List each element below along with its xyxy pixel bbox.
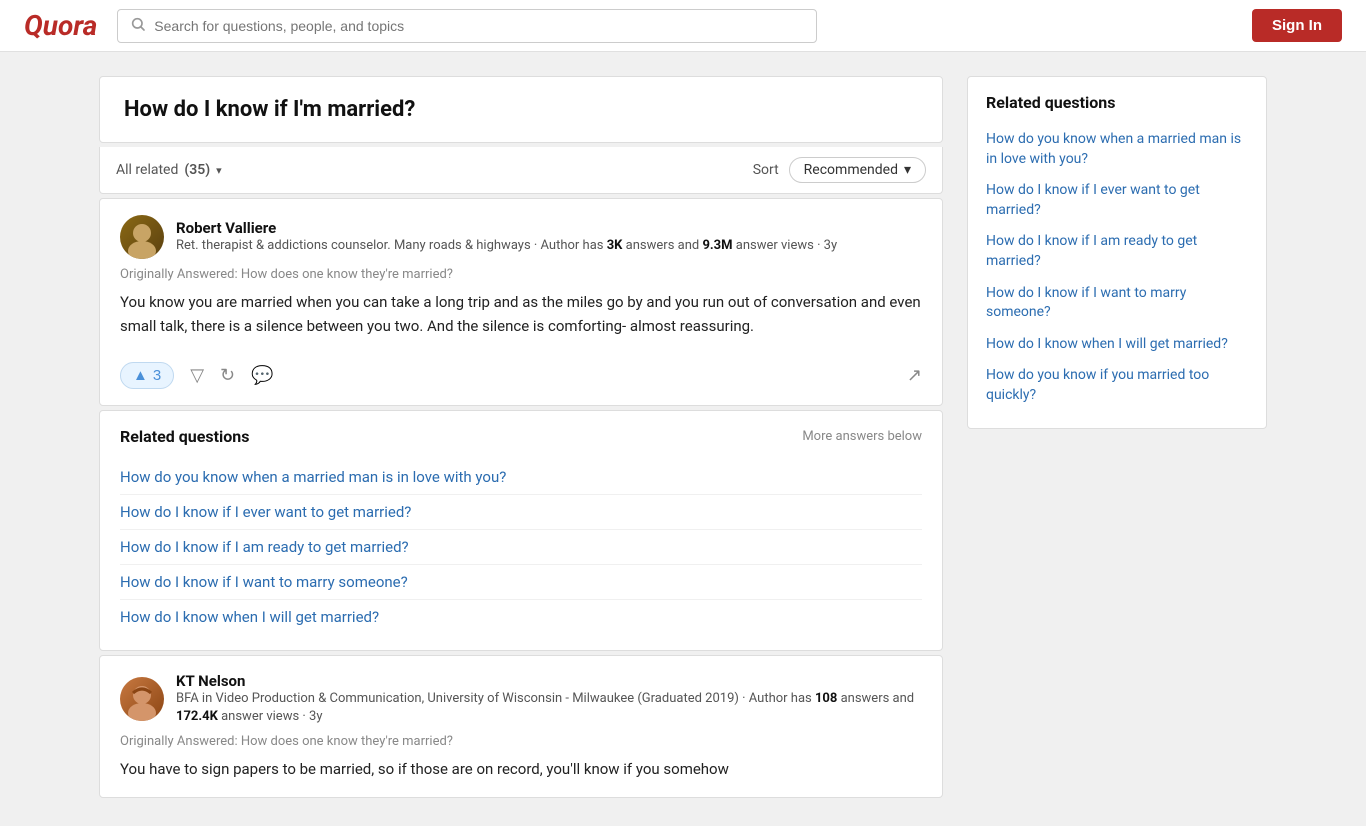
related-link-5[interactable]: How do I know when I will get married? [120,600,922,634]
related-link-2[interactable]: How do I know if I ever want to get marr… [120,495,922,530]
author-row-kt: KT Nelson BFA in Video Production & Comm… [120,672,922,726]
answer-card-robert: Robert Valliere Ret. therapist & addicti… [99,198,943,406]
page-container: How do I know if I'm married? All relate… [83,52,1283,826]
upvote-button-robert[interactable]: ▲ 3 [120,362,174,389]
sort-value: Recommended [804,162,898,178]
author-info-robert: Robert Valliere Ret. therapist & addicti… [176,219,922,255]
related-link-4[interactable]: How do I know if I want to marry someone… [120,565,922,600]
quora-logo: Quora [24,9,97,42]
sort-chevron-icon: ▾ [904,162,911,178]
avatar-kt [120,677,164,721]
related-questions-main: Related questions More answers below How… [99,410,943,651]
question-box: How do I know if I'm married? [99,76,943,143]
author-name-robert[interactable]: Robert Valliere [176,219,922,237]
sidebar-link-2[interactable]: How do I know if I ever want to get marr… [986,175,1248,226]
related-main-header: Related questions More answers below [120,427,922,446]
reshare-button-robert[interactable]: ↻ [220,365,235,386]
answer-count: (35) [184,162,210,178]
all-related-dropdown[interactable]: All related (35) ▾ [116,162,222,178]
share-button-robert[interactable]: ↗ [907,365,922,386]
reshare-icon: ↻ [220,365,235,386]
originally-answered-robert: Originally Answered: How does one know t… [120,267,922,282]
downvote-button-robert[interactable]: ▽ [190,365,204,386]
header: Quora Sign In [0,0,1366,52]
main-content: How do I know if I'm married? All relate… [99,76,943,802]
author-name-kt[interactable]: KT Nelson [176,672,922,690]
sidebar-link-3[interactable]: How do I know if I am ready to get marri… [986,226,1248,277]
sidebar-link-5[interactable]: How do I know when I will get married? [986,329,1248,361]
sort-section: Sort Recommended ▾ [753,157,926,183]
chevron-down-icon: ▾ [216,164,222,177]
avatar-robert [120,215,164,259]
search-icon [130,16,146,36]
sidebar-link-4[interactable]: How do I know if I want to marry someone… [986,278,1248,329]
more-answers-label: More answers below [802,429,922,444]
author-bio-robert: Ret. therapist & addictions counselor. M… [176,237,922,255]
upvote-count-robert: 3 [153,367,161,384]
search-input[interactable] [154,18,804,34]
author-row-robert: Robert Valliere Ret. therapist & addicti… [120,215,922,259]
upvote-icon: ▲ [133,367,148,384]
answer-card-kt: KT Nelson BFA in Video Production & Comm… [99,655,943,798]
author-info-kt: KT Nelson BFA in Video Production & Comm… [176,672,922,726]
answer-actions-robert: ▲ 3 ▽ ↻ 💬 ↗ [120,352,922,389]
filter-bar: All related (35) ▾ Sort Recommended ▾ [99,147,943,194]
related-main-title: Related questions [120,427,249,446]
sort-label: Sort [753,162,779,178]
question-title: How do I know if I'm married? [124,97,918,122]
sidebar-link-6[interactable]: How do you know if you married too quick… [986,360,1248,411]
sidebar: Related questions How do you know when a… [967,76,1267,802]
all-related-label: All related [116,162,178,178]
originally-answered-kt: Originally Answered: How does one know t… [120,734,922,749]
header-right: Sign In [1252,9,1342,42]
search-bar[interactable] [117,9,817,43]
share-icon: ↗ [907,365,922,386]
comment-icon: 💬 [251,365,273,386]
author-bio-kt: BFA in Video Production & Communication,… [176,690,922,726]
downvote-icon: ▽ [190,365,204,386]
related-link-1[interactable]: How do you know when a married man is in… [120,460,922,495]
related-link-3[interactable]: How do I know if I am ready to get marri… [120,530,922,565]
answer-text-kt: You have to sign papers to be married, s… [120,757,922,781]
sort-dropdown[interactable]: Recommended ▾ [789,157,926,183]
answer-text-robert: You know you are married when you can ta… [120,290,922,338]
sign-in-button[interactable]: Sign In [1252,9,1342,42]
sidebar-link-1[interactable]: How do you know when a married man is in… [986,124,1248,175]
comment-button-robert[interactable]: 💬 [251,365,273,386]
sidebar-card: Related questions How do you know when a… [967,76,1267,429]
sidebar-title: Related questions [986,93,1248,112]
